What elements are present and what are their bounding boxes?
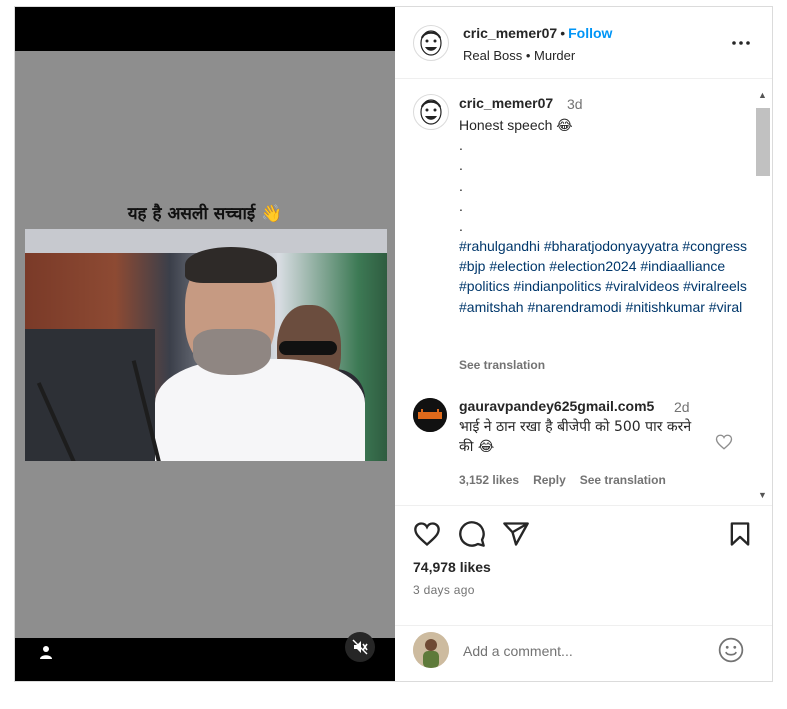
caption-author-avatar[interactable] — [413, 94, 449, 130]
more-options-button[interactable] — [730, 33, 752, 53]
add-comment-bar — [395, 625, 772, 681]
video-frame — [25, 229, 387, 461]
comment-reply-button[interactable]: Reply — [533, 473, 566, 487]
scroll-up-arrow-icon[interactable]: ▲ — [758, 90, 767, 100]
post-actions: 74,978 likes 3 days ago — [395, 505, 772, 635]
video-overlay-caption: यह है असली सच्चाई 👋 — [127, 204, 283, 224]
post-likes-count[interactable]: 74,978 likes — [413, 559, 491, 575]
comment-like-button[interactable] — [715, 433, 733, 451]
save-button[interactable] — [726, 520, 754, 548]
bookmark-icon — [730, 522, 750, 546]
post-media-video[interactable]: यह है असली सच्चाई 👋 — [15, 7, 395, 681]
emoji-picker-button[interactable] — [718, 637, 744, 663]
meme-face-icon — [420, 99, 442, 125]
comment-likes[interactable]: 3,152 likes — [459, 473, 519, 487]
muted-speaker-icon — [352, 639, 368, 655]
comment-see-translation[interactable]: See translation — [580, 473, 666, 487]
video-letterbox-bottom — [15, 638, 395, 681]
share-icon — [503, 522, 529, 546]
comments-section[interactable]: cric_memer07 3d Honest speech 😂 . . . . … — [395, 80, 772, 504]
speaker-shirt — [155, 359, 365, 461]
commenter-avatar[interactable] — [413, 398, 447, 432]
post-details-panel: cric_memer07•Follow Real Boss • Murder — [395, 7, 772, 681]
more-options-icon — [732, 41, 750, 45]
caption-see-translation[interactable]: See translation — [459, 358, 545, 372]
caption-line: . — [459, 197, 463, 214]
caption-text: Honest speech 😂 . . . . . — [459, 115, 749, 236]
emoji-icon — [718, 637, 744, 663]
comment-button[interactable] — [458, 520, 486, 548]
follow-button[interactable]: Follow — [568, 25, 612, 41]
add-comment-input[interactable] — [463, 639, 703, 663]
caption-line: Honest speech 😂 — [459, 117, 573, 133]
scrollbar-thumb[interactable] — [756, 108, 770, 176]
comment-icon — [459, 521, 485, 547]
comments-scrollbar[interactable]: ▲ ▼ — [755, 90, 770, 500]
caption-line: . — [459, 218, 463, 235]
like-button[interactable] — [413, 520, 441, 548]
comment-username[interactable]: gauravpandey625gmail.com5 — [459, 398, 654, 414]
comment-meta: 3,152 likes Reply See translation — [459, 473, 680, 487]
post-header: cric_memer07 • Follow Real Boss • Murder — [395, 7, 772, 79]
user-icon — [40, 646, 52, 659]
author-avatar[interactable] — [413, 25, 449, 61]
separator-dot: • — [560, 25, 566, 41]
caption-time[interactable]: 3d — [567, 96, 583, 112]
caption-line: . — [459, 157, 463, 174]
current-user-avatar — [413, 632, 449, 668]
caption-line: . — [459, 177, 463, 194]
caption-hashtags[interactable]: #rahulgandhi #bharatjodonyayyatra #congr… — [459, 236, 749, 317]
user-tags-button[interactable] — [33, 639, 59, 665]
share-button[interactable] — [502, 520, 530, 548]
instagram-post-dialog: यह है असली सच्चाई 👋 cric_memer07 • Follo… — [14, 6, 773, 682]
scroll-down-arrow-icon[interactable]: ▼ — [758, 490, 767, 500]
comment-time[interactable]: 2d — [674, 399, 690, 415]
audio-subtitle[interactable]: Real Boss • Murder — [463, 48, 575, 63]
header-user-line: cric_memer07 • Follow — [463, 25, 612, 41]
author-username[interactable]: cric_memer07 — [463, 25, 557, 41]
sunglasses — [279, 341, 337, 355]
heart-icon — [414, 522, 440, 547]
comment-text: भाई ने ठान रखा है बीजेपी को 500 पार करने… — [459, 419, 692, 455]
speaker-beard — [193, 329, 271, 375]
heart-icon — [715, 434, 733, 450]
mute-toggle-button[interactable] — [345, 632, 375, 662]
meme-face-icon — [420, 30, 442, 56]
hindutva-logo-icon — [413, 398, 447, 432]
post-timestamp[interactable]: 3 days ago — [413, 583, 475, 597]
video-letterbox-top — [15, 7, 395, 51]
caption-line: . — [459, 137, 463, 154]
speaker-hair — [185, 247, 277, 283]
caption-username[interactable]: cric_memer07 — [459, 95, 553, 111]
user-photo-icon — [413, 632, 449, 668]
